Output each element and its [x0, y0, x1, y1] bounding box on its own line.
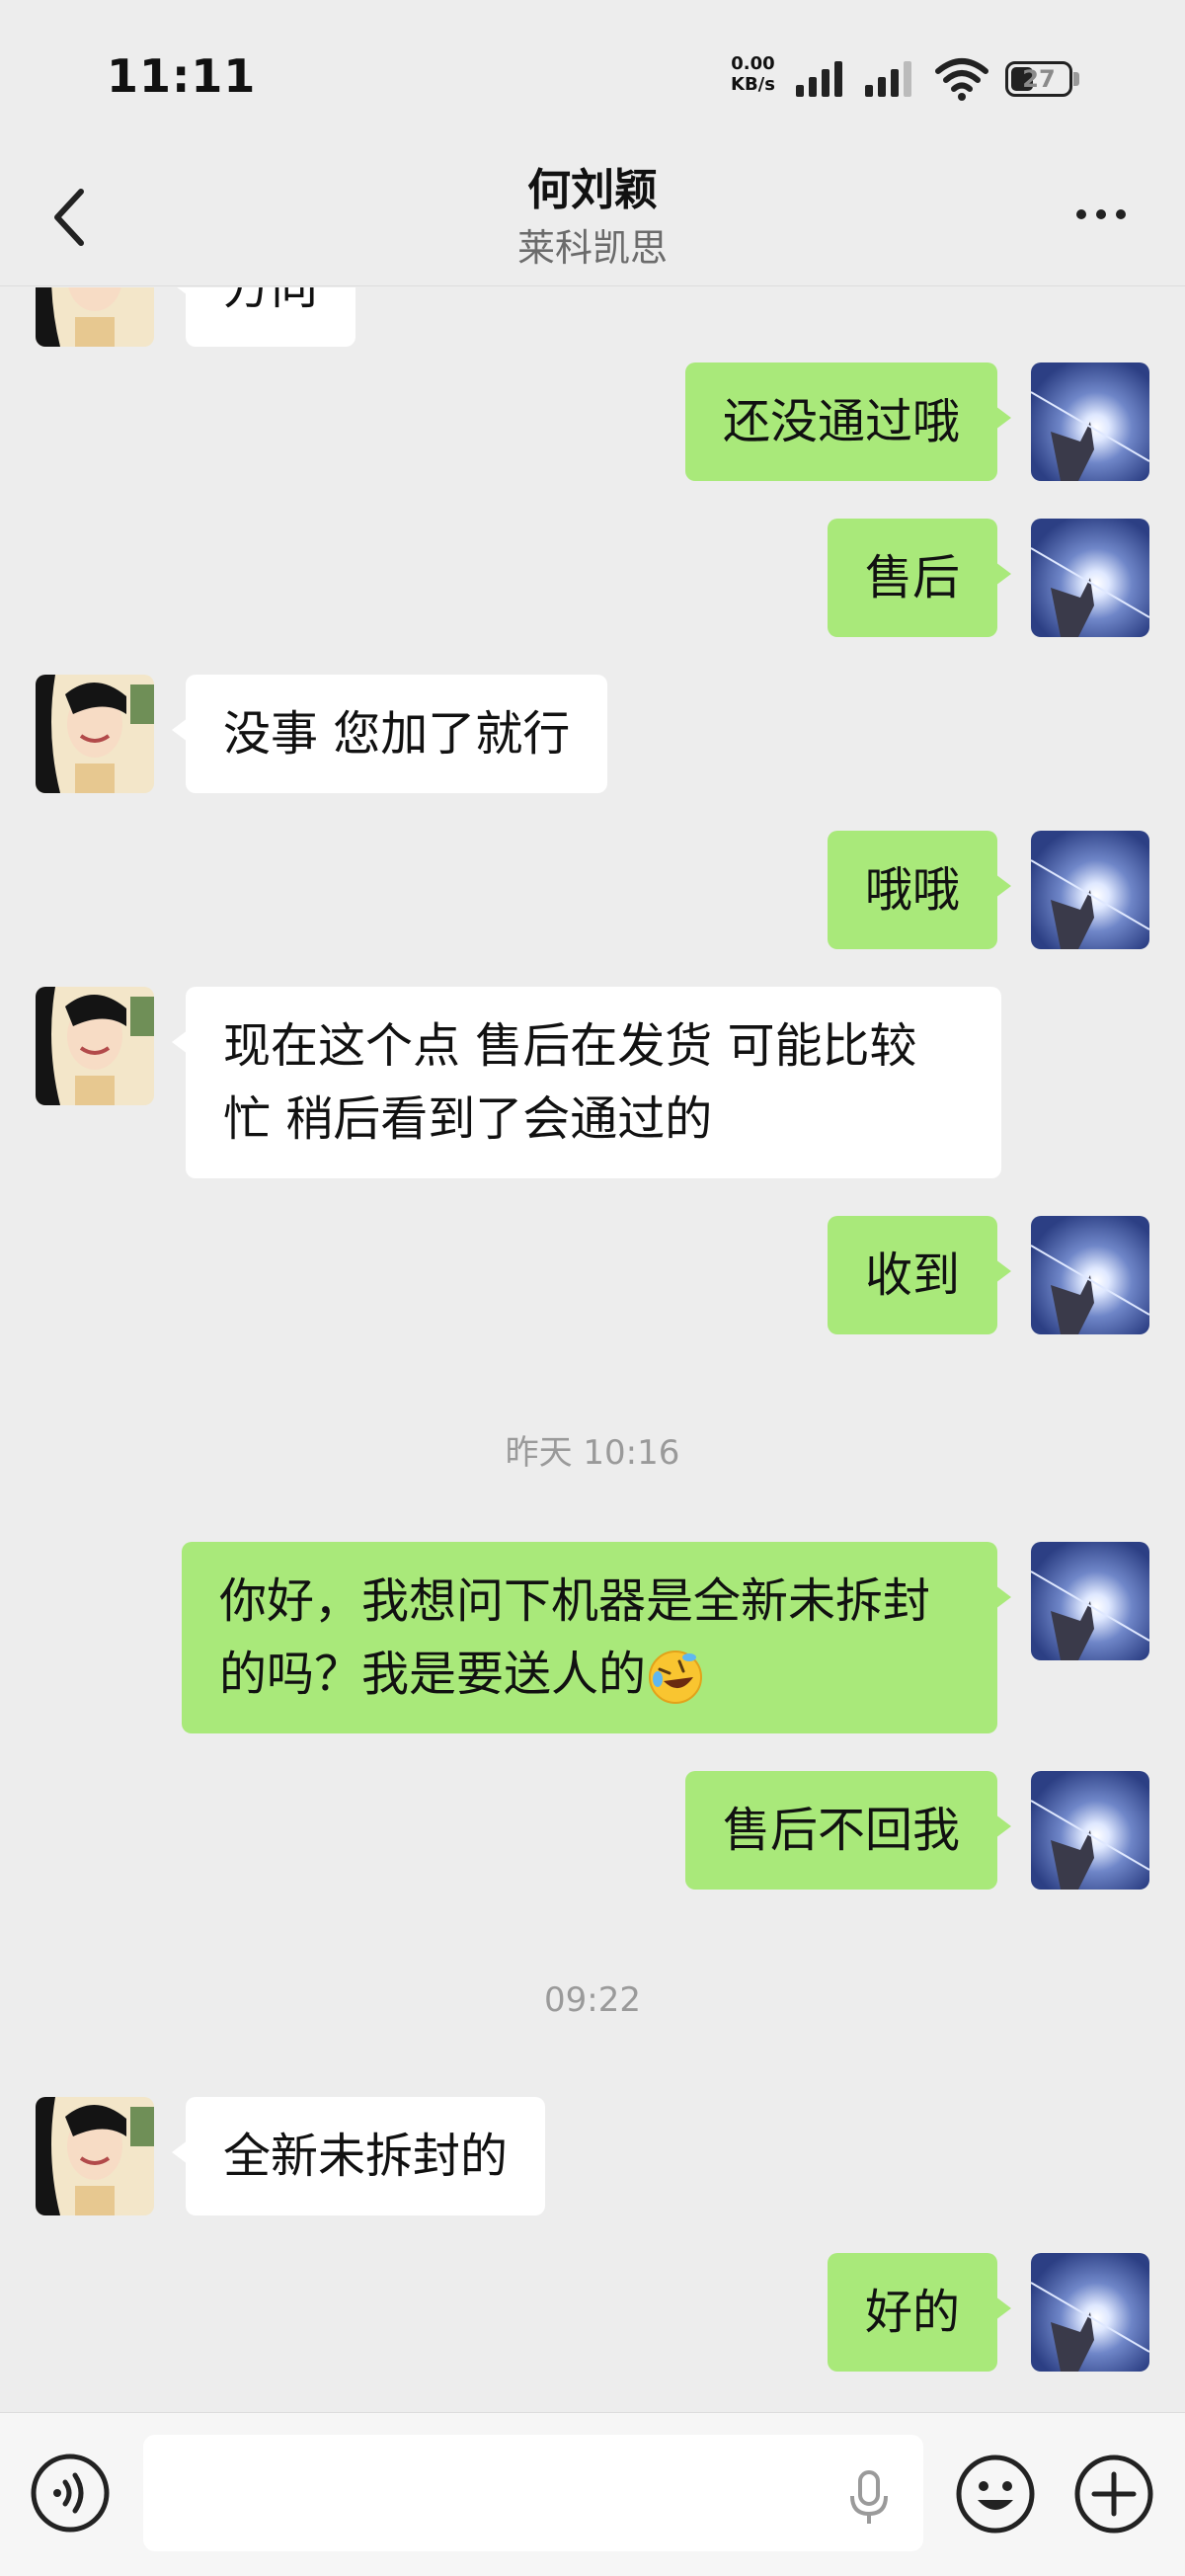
- message-text-line: 忙 稍后看到了会通过的: [223, 1091, 713, 1147]
- message-bubble-right[interactable]: 售后不回我: [684, 1771, 1012, 1890]
- network-speed-unit: KB/s: [731, 74, 775, 95]
- contact-avatar[interactable]: [36, 675, 154, 793]
- user-avatar[interactable]: [1031, 1771, 1149, 1890]
- message-text: 售后: [864, 550, 960, 605]
- message-bubble-left[interactable]: 方向: [171, 287, 356, 347]
- contact-avatar[interactable]: [36, 2097, 154, 2215]
- user-avatar[interactable]: [1031, 519, 1149, 637]
- message-text: 的吗？我是要送人的: [219, 1647, 647, 1702]
- microphone-icon[interactable]: [844, 2468, 894, 2528]
- message-list[interactable]: 方向 还没通过哦 售后 没事 您加了就行 哦哦 现在这个点 售后在发货 可能比较…: [0, 287, 1185, 2411]
- message-bubble-right[interactable]: 哦哦: [827, 831, 1012, 949]
- back-button[interactable]: [40, 178, 109, 257]
- message-bubble-right[interactable]: 售后: [827, 519, 1012, 637]
- message-text: 没事 您加了就行: [223, 706, 571, 762]
- contact-avatar[interactable]: [36, 987, 154, 1105]
- wifi-icon: [935, 58, 988, 101]
- message-text: 哦哦: [864, 862, 960, 918]
- voice-button[interactable]: [30, 2453, 111, 2534]
- user-avatar[interactable]: [1031, 1216, 1149, 1334]
- message-bubble-right[interactable]: 好的: [827, 2253, 1012, 2372]
- message-timestamp: 昨天 10:16: [505, 1433, 680, 1473]
- message-text: 方向: [223, 287, 319, 315]
- user-avatar[interactable]: [1031, 362, 1149, 481]
- emoji-button[interactable]: [954, 2453, 1037, 2536]
- input-bar: [0, 2412, 1185, 2576]
- message-bubble-right[interactable]: 还没通过哦: [684, 362, 1012, 481]
- plus-button[interactable]: [1072, 2453, 1155, 2536]
- rolling-laughing-emoji-icon: [649, 1650, 703, 1704]
- message-text: 全新未拆封的: [223, 2129, 509, 2184]
- message-text: 还没通过哦: [722, 394, 960, 449]
- network-speed-value: 0.00: [731, 53, 775, 74]
- message-bubble-left[interactable]: 全新未拆封的: [171, 2097, 546, 2215]
- message-timestamp: 09:22: [544, 1980, 641, 2020]
- message-bubble-right[interactable]: 你好，我想问下机器是全新未拆封 的吗？我是要送人的: [182, 1542, 1011, 1733]
- user-avatar[interactable]: [1031, 2253, 1149, 2372]
- more-dots-icon: [1076, 209, 1086, 219]
- signal-icon-2: [865, 61, 911, 97]
- status-time: 11:11: [107, 49, 257, 103]
- message-text-line: 你好，我想问下机器是全新未拆封: [219, 1573, 931, 1629]
- message-text: 收到: [864, 1248, 960, 1303]
- message-text: 售后不回我: [722, 1803, 960, 1858]
- status-bar: 11:11 0.00 KB/s 27: [0, 0, 1185, 148]
- network-speed: 0.00 KB/s: [731, 53, 775, 95]
- chat-title: 何刘颖: [527, 165, 658, 215]
- battery-level: 27: [1022, 65, 1056, 93]
- battery-icon: 27: [1005, 61, 1072, 97]
- message-text-line: 的吗？我是要送人的: [219, 1638, 960, 1711]
- more-button[interactable]: [1066, 196, 1136, 235]
- message-bubble-right[interactable]: 收到: [827, 1216, 1012, 1334]
- battery-tip: [1073, 72, 1079, 86]
- chat-subtitle: 莱科凯思: [516, 226, 668, 270]
- contact-avatar[interactable]: [36, 287, 154, 347]
- message-input[interactable]: [143, 2435, 923, 2551]
- signal-icon: [796, 61, 842, 97]
- message-text: 好的: [864, 2285, 960, 2340]
- user-avatar[interactable]: [1031, 1542, 1149, 1660]
- user-avatar[interactable]: [1031, 831, 1149, 949]
- message-text-line: 现在这个点 售后在发货 可能比较: [223, 1018, 917, 1074]
- chat-header: 何刘颖 莱科凯思: [0, 148, 1185, 286]
- message-bubble-left[interactable]: 现在这个点 售后在发货 可能比较 忙 稍后看到了会通过的: [172, 987, 1001, 1178]
- message-bubble-left[interactable]: 没事 您加了就行: [171, 675, 608, 793]
